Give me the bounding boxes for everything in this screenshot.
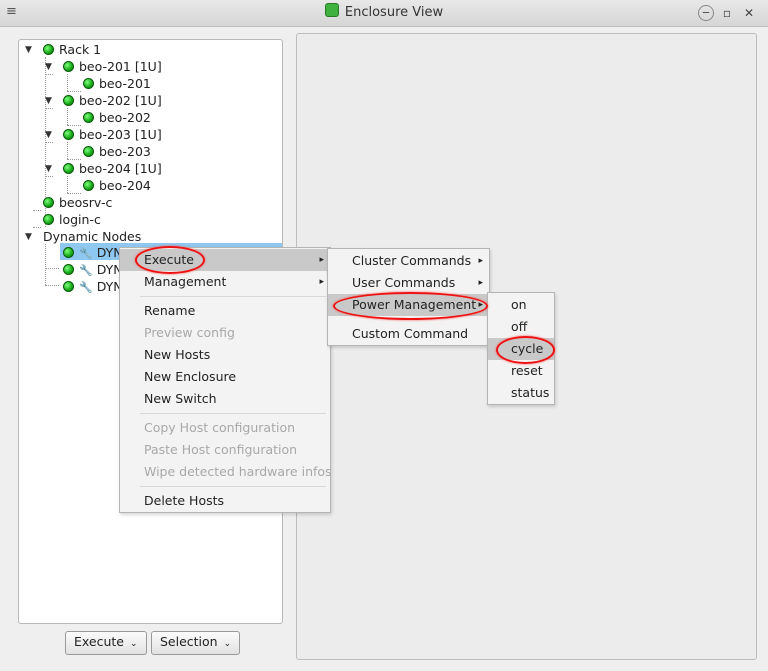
- collapse-arrow-icon[interactable]: ▼: [45, 96, 55, 106]
- collapse-arrow-icon[interactable]: ▼: [45, 130, 55, 140]
- menu-item-cluster-commands[interactable]: Cluster Commands ▸: [328, 250, 489, 272]
- app-icon: [324, 3, 339, 17]
- menu-item-delete-hosts[interactable]: Delete Hosts: [120, 490, 224, 512]
- menu-item-power-reset[interactable]: reset: [488, 360, 554, 382]
- status-ok-icon: [63, 61, 74, 72]
- menu-item-user-commands[interactable]: User Commands ▸: [328, 272, 489, 294]
- menu-item-preview-config: Preview config: [144, 325, 235, 340]
- status-ok-icon: [63, 247, 74, 258]
- status-ok-icon: [43, 197, 54, 208]
- status-ok-icon: [83, 112, 94, 123]
- status-ok-icon: [83, 78, 94, 89]
- minimize-icon[interactable]: ‒: [698, 5, 714, 21]
- submenu-arrow-icon: ▸: [478, 256, 483, 266]
- menu-item-management[interactable]: Management ▸: [120, 271, 330, 293]
- chevron-down-icon: ⌄: [223, 639, 232, 649]
- status-ok-icon: [63, 95, 74, 106]
- tree-node-host[interactable]: beo-204: [83, 177, 151, 194]
- status-ok-icon: [63, 129, 74, 140]
- menu-item-new-hosts[interactable]: New Hosts: [120, 344, 210, 366]
- collapse-arrow-icon[interactable]: ▼: [25, 232, 35, 242]
- submenu-arrow-icon: ▸: [319, 277, 324, 287]
- status-ok-icon: [63, 264, 74, 275]
- window-title: Enclosure View: [0, 0, 768, 26]
- menu-separator: [140, 413, 326, 414]
- menu-item-wipe-hardware-infos: Wipe detected hardware infos: [144, 464, 332, 479]
- chevron-down-icon: ⌄: [130, 639, 138, 649]
- tree-node-enclosure[interactable]: beo-204 [1U]: [63, 160, 162, 177]
- menu-item-custom-command[interactable]: Custom Command: [328, 323, 489, 345]
- power-management-submenu: on off cycle reset status: [487, 292, 555, 405]
- menu-item-power-off[interactable]: off: [488, 316, 554, 338]
- menu-separator: [140, 296, 326, 297]
- submenu-arrow-icon: ▸: [478, 278, 483, 288]
- status-ok-icon: [83, 146, 94, 157]
- execute-submenu: Cluster Commands ▸ User Commands ▸ Power M…: [327, 248, 490, 346]
- submenu-arrow-icon: ▸: [478, 300, 483, 310]
- tree-node-dynamic-nodes[interactable]: Dynamic Nodes: [43, 228, 141, 245]
- collapse-arrow-icon[interactable]: ▼: [25, 45, 35, 55]
- maximize-icon[interactable]: ▫: [719, 5, 735, 21]
- tree-node-host[interactable]: beosrv-c: [43, 194, 112, 211]
- menu-separator: [140, 486, 326, 487]
- menu-item-new-enclosure[interactable]: New Enclosure: [120, 366, 236, 388]
- tree-node-enclosure[interactable]: beo-201 [1U]: [63, 58, 162, 75]
- status-ok-icon: [63, 281, 74, 292]
- menu-item-paste-host-config: Paste Host configuration: [144, 442, 298, 457]
- close-icon[interactable]: ✕: [741, 5, 757, 21]
- tree-node-host[interactable]: beo-202: [83, 109, 151, 126]
- status-ok-icon: [83, 180, 94, 191]
- tree-node-host[interactable]: beo-203: [83, 143, 151, 160]
- collapse-arrow-icon[interactable]: ▼: [45, 164, 55, 174]
- tree-node-host[interactable]: login-c: [43, 211, 101, 228]
- wrench-icon: 🔧: [79, 264, 93, 277]
- tree-node-enclosure[interactable]: beo-202 [1U]: [63, 92, 162, 109]
- menu-item-new-switch[interactable]: New Switch: [120, 388, 217, 410]
- tree-node-host[interactable]: beo-201: [83, 75, 151, 92]
- menu-item-rename[interactable]: Rename: [120, 300, 195, 322]
- wrench-icon: 🔧: [79, 281, 93, 294]
- submenu-arrow-icon: ▸: [319, 255, 324, 265]
- status-ok-icon: [43, 214, 54, 225]
- context-menu: Execute ▸ Management ▸ Rename Preview conf…: [119, 247, 332, 513]
- title-bar: ≡ Enclosure View ‒ ▫ ✕: [0, 0, 768, 27]
- status-ok-icon: [43, 44, 54, 55]
- menu-item-power-on[interactable]: on: [488, 294, 554, 316]
- menu-item-copy-host-config: Copy Host configuration: [144, 420, 296, 435]
- tree-node-enclosure[interactable]: beo-203 [1U]: [63, 126, 162, 143]
- menu-item-power-status[interactable]: status: [488, 382, 554, 404]
- menu-item-power-cycle[interactable]: cycle: [488, 338, 554, 360]
- tree-node-dynamic-host[interactable]: 🔧 DYN-: [63, 261, 127, 278]
- menu-item-execute[interactable]: Execute ▸: [120, 249, 330, 271]
- tree-node-dynamic-host[interactable]: 🔧 DYN-: [63, 278, 127, 295]
- tree-node-dynamic-host[interactable]: 🔧 DYN-: [63, 244, 127, 261]
- execute-button[interactable]: Execute ⌄: [65, 631, 147, 655]
- status-ok-icon: [63, 163, 74, 174]
- tree-node-rack[interactable]: Rack 1: [43, 41, 101, 58]
- wrench-icon: 🔧: [79, 247, 93, 260]
- collapse-arrow-icon[interactable]: ▼: [45, 62, 55, 72]
- selection-button[interactable]: Selection ⌄: [151, 631, 241, 655]
- menu-item-power-management[interactable]: Power Management ▸: [328, 294, 489, 316]
